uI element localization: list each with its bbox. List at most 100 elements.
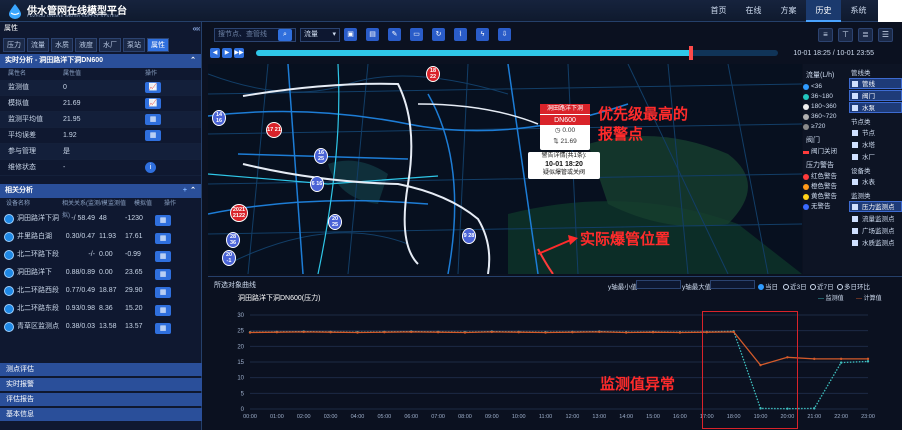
chart-icon[interactable]: ▦: [155, 304, 171, 316]
menu-realtime-alarm[interactable]: 实时报警: [0, 378, 202, 391]
tab-turbidity[interactable]: 液度: [75, 38, 97, 52]
layer-tower[interactable]: 水塔: [849, 139, 902, 150]
correlation-section-header[interactable]: 相关分析 + ⌃: [0, 184, 201, 198]
map-marker[interactable]: 14 16: [212, 110, 226, 126]
map-marker[interactable]: 17 21: [266, 122, 282, 138]
list-icon[interactable]: ≡: [818, 28, 833, 42]
nav-plan[interactable]: 方案: [771, 0, 806, 22]
layer-node[interactable]: 节点: [849, 127, 902, 138]
menu-eval-report[interactable]: 评估报告: [0, 393, 202, 406]
alarm-popup[interactable]: 洞田路洋下洞 DN600 ◷ 0.00 ⇅ 21.69: [540, 104, 590, 150]
table-row[interactable]: 北二环路东段 0.93/0.98 8.36 15.20 ▦: [0, 300, 201, 318]
layers-icon[interactable]: ≣: [858, 28, 873, 42]
add-icon[interactable]: +: [183, 184, 187, 198]
chart-icon[interactable]: ▦: [155, 286, 171, 298]
table-icon[interactable]: ▦: [145, 114, 161, 125]
table-row: 平均误差 1.92 ▦: [0, 128, 201, 144]
map-marker[interactable]: 18 22: [426, 66, 440, 82]
trend-icon[interactable]: ⌇: [454, 28, 467, 41]
layer-select[interactable]: 流量 ▾: [300, 28, 340, 42]
timeline-alarm-marker[interactable]: [689, 46, 694, 60]
x-tick-label: 08:00: [458, 414, 472, 420]
chart-icon[interactable]: ▦: [155, 322, 171, 334]
map-marker[interactable]: 28 36: [226, 232, 240, 248]
settings-icon[interactable]: ☰: [878, 28, 893, 42]
chart-icon[interactable]: ▦: [155, 232, 171, 244]
menu-point-eval[interactable]: 测点评估: [0, 363, 202, 376]
tab-flow[interactable]: 流量: [27, 38, 49, 52]
play-icon[interactable]: ▶: [222, 48, 232, 58]
ymax-input[interactable]: [710, 280, 755, 289]
tab-plant[interactable]: 水厂: [99, 38, 121, 52]
table-icon[interactable]: ▦: [145, 130, 161, 141]
lightning-icon[interactable]: ϟ: [476, 28, 489, 41]
table-row[interactable]: 井里路白湖 0.30/0.47 11.93 17.61 ▦: [0, 228, 201, 246]
tab-pressure[interactable]: 压力: [3, 38, 25, 52]
tab-attributes[interactable]: 属性: [147, 38, 169, 52]
table-row[interactable]: 北二环路下段 -/- 0.00 -0.99 ▦: [0, 246, 201, 264]
timeline-track[interactable]: [256, 50, 778, 56]
monitor-icon[interactable]: ▭: [410, 28, 423, 41]
table-row[interactable]: 洞田路洋下洞 -/ 58.49 48 -1230 ▦: [0, 210, 201, 228]
edit-icon[interactable]: ✎: [388, 28, 401, 41]
chart-icon[interactable]: ▦: [155, 250, 171, 262]
legend-label: 监测值: [825, 296, 844, 302]
bag-icon[interactable]: ▣: [344, 28, 357, 41]
table-row[interactable]: 北二环路西段 0.77/0.49 18.87 29.90 ▦: [0, 282, 201, 300]
map-marker[interactable]: 20 25: [328, 214, 342, 230]
export-icon[interactable]: ⇩: [498, 28, 511, 41]
menu-basic-info[interactable]: 基本信息: [0, 408, 202, 421]
radio-multiday[interactable]: 多日环比: [837, 281, 870, 291]
chart-icon[interactable]: 📈: [145, 82, 161, 93]
layer-flow-points[interactable]: 流量监测点: [849, 213, 902, 224]
device-icon: [4, 232, 14, 242]
device-icon: [4, 322, 14, 332]
map-marker[interactable]: 2021 2122: [230, 204, 248, 222]
alarm-detail-card[interactable]: 警告详情(共1条): 10-01 18:20 疑似爆管或关阀: [528, 152, 600, 179]
table-row[interactable]: 青草区监测点 0.38/0.03 13.58 13.57 ▦: [0, 318, 201, 336]
chart-title: 洞田路洋下洞DN600(压力): [238, 295, 321, 302]
chevron-up-icon[interactable]: ⌃: [190, 184, 196, 198]
nav-online[interactable]: 在线: [736, 0, 771, 22]
forward-icon[interactable]: ▶▶: [234, 48, 244, 58]
table-row[interactable]: 洞田路洋下 0.88/0.89 0.00 23.65 ▦: [0, 264, 201, 282]
radio-today[interactable]: 当日: [758, 281, 778, 291]
nav-system[interactable]: 系统: [841, 0, 876, 22]
ymin-input[interactable]: [636, 280, 681, 289]
info-icon[interactable]: i: [145, 162, 156, 173]
layer-pipe[interactable]: 管线: [849, 78, 902, 89]
tab-pump[interactable]: 泵站: [123, 38, 145, 52]
map-marker[interactable]: 20 -1: [222, 250, 236, 266]
map-marker[interactable]: 6 16: [310, 176, 324, 192]
map-marker[interactable]: 9 28: [462, 228, 476, 244]
filter-icon[interactable]: ⊤: [838, 28, 853, 42]
map-marker[interactable]: 16 25: [314, 148, 328, 164]
realtime-section-header[interactable]: 实时分析 - 洞田路洋下洞DN600 ⌃: [0, 54, 201, 68]
layer-valve[interactable]: 阀门: [849, 90, 902, 101]
layer-quality-points[interactable]: 水质监测点: [849, 237, 902, 248]
layer-pump[interactable]: 水泵: [849, 102, 902, 113]
map-view[interactable]: 18 22 17 21 14 16 16 25 6 16 20 25 9 28 …: [208, 64, 802, 274]
chart-icon[interactable]: ▦: [155, 268, 171, 280]
tab-quality[interactable]: 水质: [51, 38, 73, 52]
radio-3days[interactable]: 近3日: [783, 281, 807, 291]
layer-meter[interactable]: 水表: [849, 176, 902, 187]
radio-7days[interactable]: 近7日: [810, 281, 834, 291]
layer-pressure-points[interactable]: 压力监测点: [849, 201, 902, 212]
data-point: [813, 357, 816, 361]
sidebar-toggle-icon[interactable]: «: [196, 24, 200, 33]
chart-icon[interactable]: 📈: [145, 98, 161, 109]
nav-history[interactable]: 历史: [806, 0, 841, 22]
search-icon[interactable]: ⌕: [278, 29, 292, 41]
logo-icon: [9, 4, 21, 19]
grid-icon[interactable]: ▤: [366, 28, 379, 41]
nav-home[interactable]: 首页: [701, 0, 736, 22]
rewind-icon[interactable]: ◀: [210, 48, 220, 58]
data-point: [517, 331, 520, 334]
x-tick-label: 16:00: [673, 414, 687, 420]
chart-icon[interactable]: ▦: [155, 214, 171, 226]
layer-square-points[interactable]: 广场监测点: [849, 225, 902, 236]
refresh-icon[interactable]: ↻: [432, 28, 445, 41]
layer-plant[interactable]: 水厂: [849, 151, 902, 162]
chevron-up-icon[interactable]: ⌃: [190, 54, 196, 68]
